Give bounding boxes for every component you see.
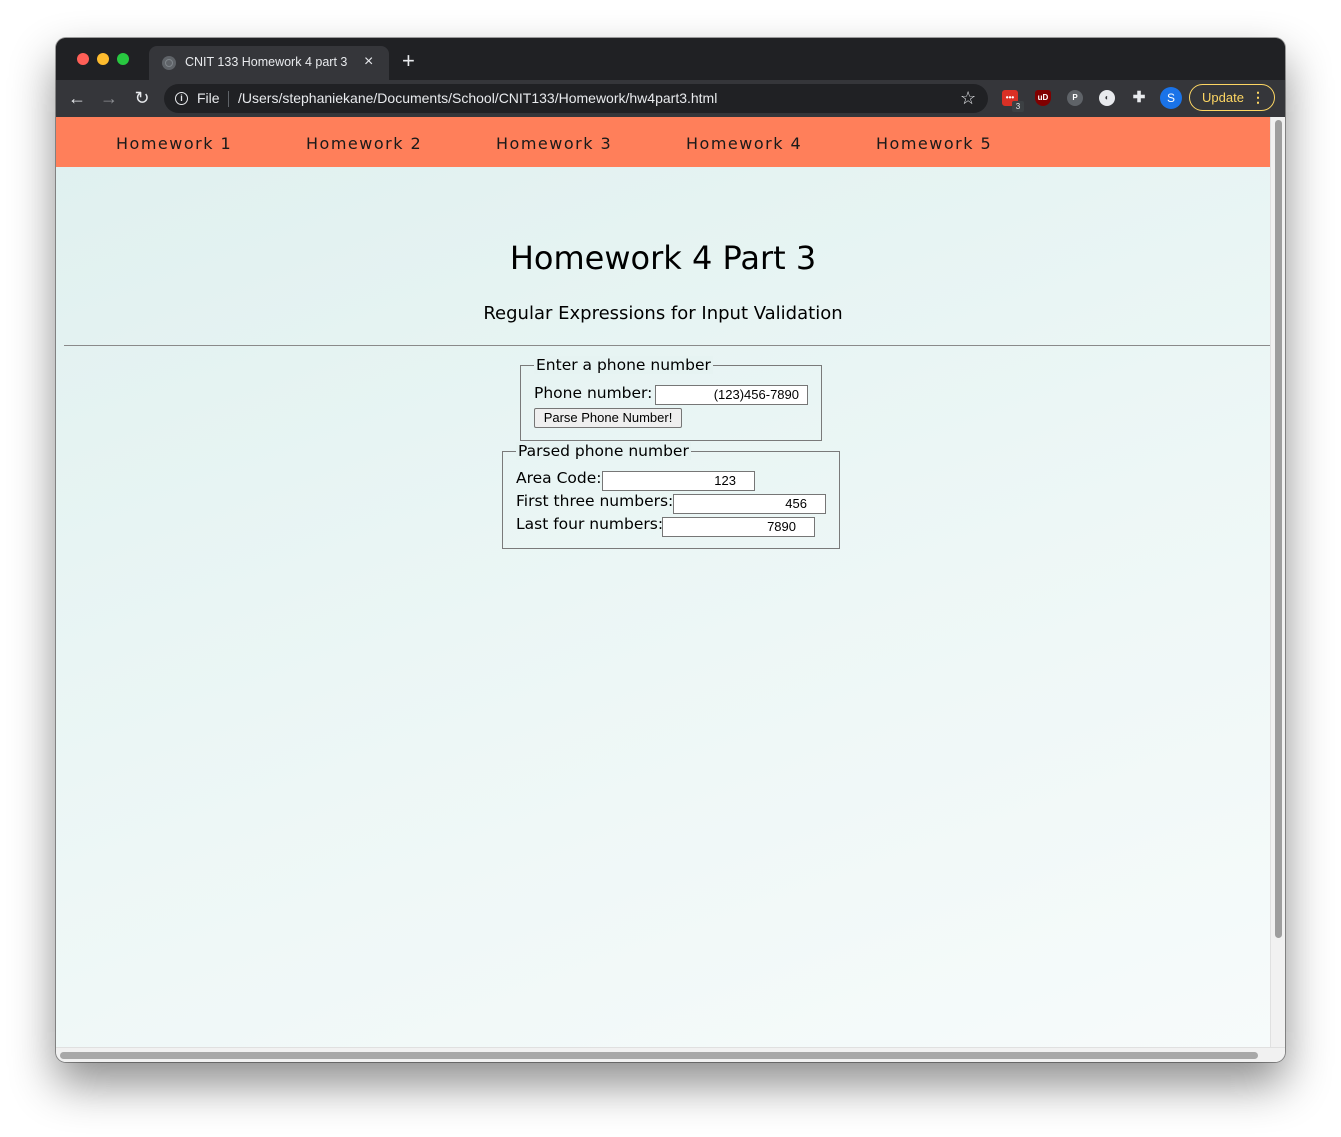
- last-four-label: Last four numbers:: [516, 515, 664, 533]
- phone-number-label: Phone number:: [534, 384, 653, 402]
- site-nav-bar: Homework 1 Homework 2 Homework 3 Homewor…: [56, 117, 1270, 167]
- maximize-window-button[interactable]: [117, 53, 129, 65]
- horizontal-divider: [64, 345, 1270, 346]
- info-icon[interactable]: i: [175, 92, 188, 105]
- url-text[interactable]: /Users/stephaniekane/Documents/School/CN…: [238, 90, 717, 106]
- update-label: Update: [1202, 90, 1244, 105]
- nav-link-homework-2[interactable]: Homework 2: [306, 134, 422, 153]
- extension-badge: 3: [1012, 101, 1024, 112]
- phone-number-input[interactable]: (123)456-7890: [655, 385, 808, 405]
- file-scheme-label: File: [197, 90, 220, 106]
- nav-link-homework-5[interactable]: Homework 5: [876, 134, 992, 153]
- tab-title: CNIT 133 Homework 4 part 3: [185, 55, 348, 69]
- new-tab-button[interactable]: +: [402, 50, 415, 72]
- phone-input-legend: Enter a phone number: [534, 356, 713, 374]
- first-three-input[interactable]: 456: [673, 494, 826, 514]
- address-separator: [228, 91, 229, 107]
- nav-link-homework-4[interactable]: Homework 4: [686, 134, 802, 153]
- pinterest-icon[interactable]: P: [1067, 90, 1083, 106]
- vertical-scroll-thumb[interactable]: [1275, 120, 1282, 938]
- browser-tab[interactable]: CNIT 133 Homework 4 part 3 ×: [149, 46, 389, 80]
- tab-strip: CNIT 133 Homework 4 part 3 × +: [56, 38, 1285, 80]
- close-window-button[interactable]: [77, 53, 89, 65]
- extension-circle-icon[interactable]: ◐: [1099, 90, 1115, 106]
- phone-input-fieldset: Enter a phone number Phone number: (123)…: [520, 356, 822, 441]
- parsed-phone-legend: Parsed phone number: [516, 442, 691, 460]
- reload-button[interactable]: ↻: [130, 86, 154, 110]
- update-button[interactable]: Update ⋮: [1189, 84, 1275, 111]
- parse-phone-button[interactable]: Parse Phone Number!: [534, 408, 682, 428]
- vertical-scrollbar[interactable]: [1270, 117, 1285, 1047]
- menu-dots-icon: ⋮: [1251, 89, 1265, 105]
- area-code-input[interactable]: 123: [602, 471, 755, 491]
- page-viewport: Homework 1 Homework 2 Homework 3 Homewor…: [56, 117, 1285, 1062]
- nav-link-homework-3[interactable]: Homework 3: [496, 134, 612, 153]
- ublock-shield-icon[interactable]: uD: [1035, 90, 1051, 106]
- close-tab-icon[interactable]: ×: [364, 53, 373, 71]
- back-button[interactable]: ←: [65, 86, 89, 110]
- browser-toolbar: ← → ↻ i File /Users/stephaniekane/Docume…: [56, 80, 1285, 117]
- nav-link-homework-1[interactable]: Homework 1: [116, 134, 232, 153]
- last-four-input[interactable]: 7890: [662, 517, 815, 537]
- area-code-label: Area Code:: [516, 469, 602, 487]
- minimize-window-button[interactable]: [97, 53, 109, 65]
- horizontal-scroll-thumb[interactable]: [60, 1052, 1258, 1059]
- horizontal-scrollbar[interactable]: [56, 1047, 1285, 1062]
- first-three-label: First three numbers:: [516, 492, 674, 510]
- address-bar[interactable]: i File /Users/stephaniekane/Documents/Sc…: [164, 84, 988, 113]
- bookmark-star-icon[interactable]: ☆: [960, 87, 976, 109]
- page-title: Homework 4 Part 3: [509, 239, 817, 277]
- browser-window: CNIT 133 Homework 4 part 3 × + ← → ↻ i F…: [56, 38, 1285, 1062]
- globe-icon: [162, 56, 176, 70]
- puzzle-extensions-icon[interactable]: ✚: [1131, 90, 1147, 106]
- page-subtitle: Regular Expressions for Input Validation: [483, 303, 843, 324]
- parsed-phone-fieldset: Parsed phone number Area Code: 123 First…: [502, 442, 840, 549]
- forward-button[interactable]: →: [97, 86, 121, 110]
- profile-avatar[interactable]: S: [1160, 87, 1182, 109]
